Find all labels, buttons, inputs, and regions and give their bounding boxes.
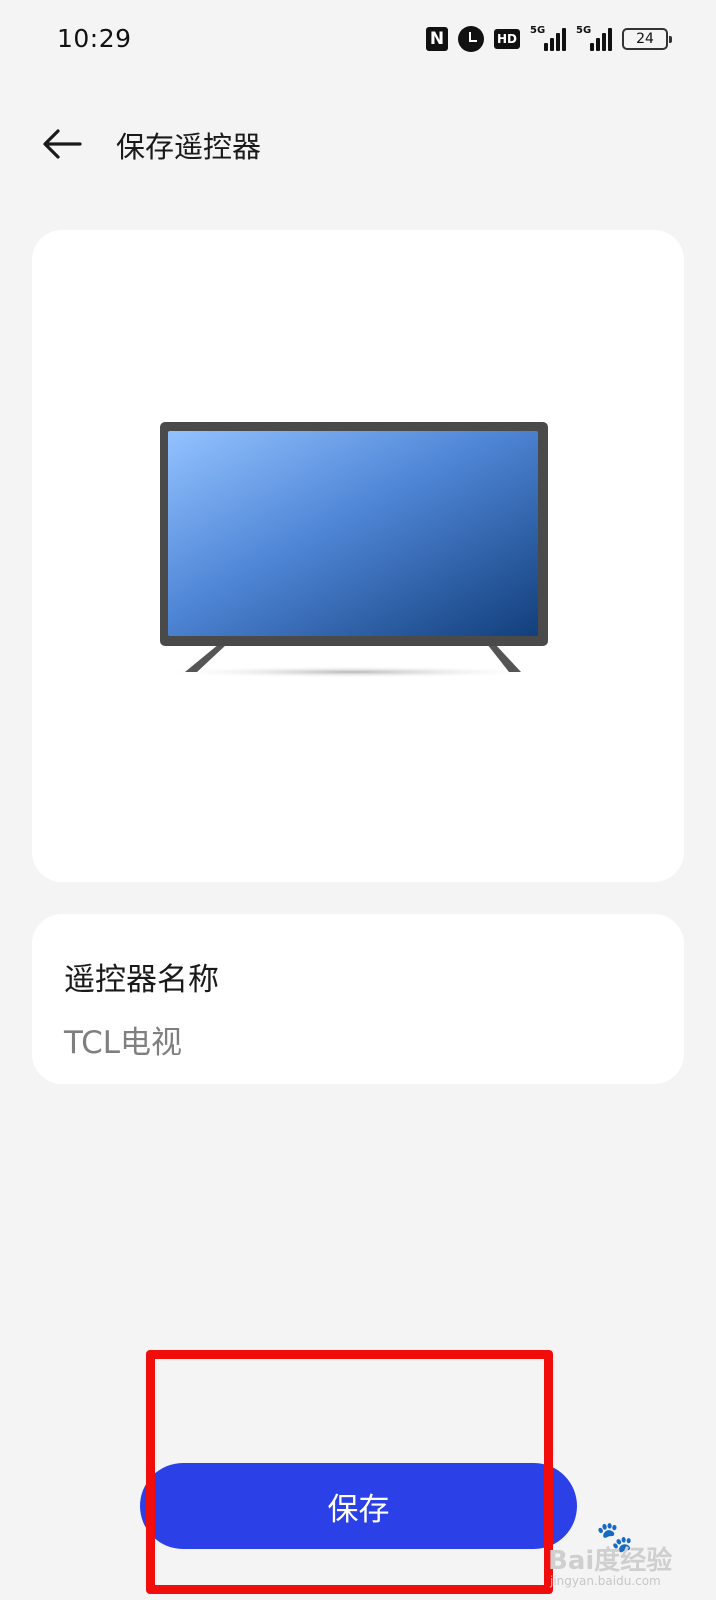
arrow-left-icon [43, 129, 82, 159]
status-bar: 10:29 N HD 5G 5G 24 [0, 0, 716, 80]
status-icons: N HD 5G 5G 24 [425, 25, 672, 52]
hd-voice-icon: HD [493, 29, 520, 49]
battery-icon: 24 [622, 28, 672, 50]
signal-5g-icon: 5G [530, 25, 566, 51]
remote-name-label: 遥控器名称 [64, 962, 219, 998]
device-image-card [32, 230, 684, 882]
signal-tag: 5G [530, 25, 546, 36]
remote-name-card[interactable]: 遥控器名称 TCL电视 [32, 914, 684, 1084]
battery-level: 24 [636, 31, 654, 47]
paw-icon: 🐾 [596, 1520, 634, 1555]
nfc-icon: N [425, 27, 448, 51]
save-button[interactable]: 保存 [140, 1463, 577, 1549]
tv-icon [157, 422, 557, 687]
back-button[interactable] [40, 124, 84, 164]
remote-name-value: TCL电视 [64, 1025, 183, 1061]
signal-tag: 5G [576, 25, 592, 36]
alarm-icon [457, 26, 484, 52]
watermark-main: Bai度经验 [548, 1546, 673, 1576]
header: 保存遥控器 [0, 110, 716, 180]
page-title: 保存遥控器 [116, 130, 262, 164]
watermark-sub: jingyan.baidu.com [550, 1574, 661, 1588]
signal-5g-icon: 5G [576, 25, 612, 51]
status-time: 10:29 [57, 24, 132, 53]
